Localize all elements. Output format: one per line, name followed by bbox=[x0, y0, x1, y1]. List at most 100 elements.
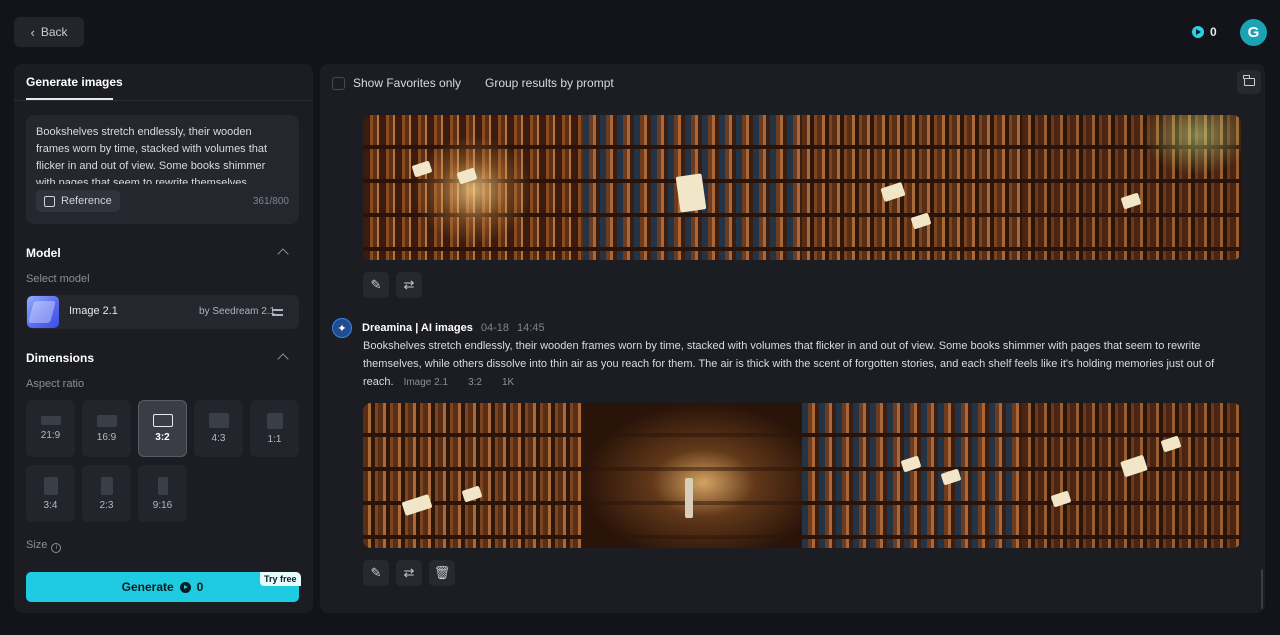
delete-button[interactable]: 🗑 bbox=[429, 560, 455, 586]
generation-header: ✦ Dreamina | AI images 04-18 14:45 bbox=[332, 318, 545, 338]
generation-prompt-text: Bookshelves stretch endlessly, their woo… bbox=[363, 340, 1215, 388]
aspect-ratio-21-9[interactable]: 21:9 bbox=[26, 400, 75, 457]
group-by-prompt-label: Group results by prompt bbox=[485, 76, 614, 90]
try-free-badge: Try free bbox=[260, 572, 301, 586]
back-button[interactable]: ‹ Back bbox=[14, 17, 84, 47]
credit-coin-icon bbox=[179, 581, 191, 593]
generated-image[interactable] bbox=[1021, 403, 1241, 548]
image-strip-previous bbox=[363, 115, 1241, 260]
generation-date: 04-18 bbox=[480, 322, 510, 334]
aspect-ratio-4-3[interactable]: 4:3 bbox=[194, 400, 243, 457]
generate-button[interactable]: Generate 0 bbox=[26, 572, 299, 602]
aspect-ratio-9-16[interactable]: 9:16 bbox=[138, 465, 187, 522]
aspect-shape-icon bbox=[40, 416, 61, 425]
generated-image[interactable] bbox=[363, 403, 583, 548]
generate-label: Generate bbox=[121, 580, 174, 594]
size-label-text: Size bbox=[26, 539, 48, 551]
reference-button[interactable]: Reference bbox=[36, 190, 120, 212]
prompt-text[interactable]: Bookshelves stretch endlessly, their woo… bbox=[36, 124, 286, 184]
chevron-up-icon[interactable] bbox=[277, 248, 289, 260]
folder-button[interactable] bbox=[1237, 70, 1261, 94]
model-thumbnail bbox=[27, 296, 59, 328]
edit-button[interactable]: ✎ bbox=[363, 272, 389, 298]
generated-image[interactable] bbox=[802, 403, 1022, 548]
aspect-shape-icon bbox=[100, 476, 113, 495]
show-favorites-toggle[interactable]: Show Favorites only bbox=[332, 76, 461, 90]
aspect-ratio-2-3[interactable]: 2:3 bbox=[82, 465, 131, 522]
aspect-shape-icon bbox=[208, 413, 229, 428]
aspect-ratio-label: 3:4 bbox=[43, 499, 58, 511]
aspect-shape-icon bbox=[266, 412, 283, 429]
select-model-label: Select model bbox=[26, 273, 90, 285]
results-panel: Show Favorites only Group results by pro… bbox=[320, 64, 1265, 613]
regenerate-button[interactable]: ⇄ bbox=[396, 272, 422, 298]
generated-image[interactable] bbox=[582, 403, 802, 548]
generated-image[interactable] bbox=[1021, 115, 1241, 260]
generate-panel: Generate images Bookshelves stretch endl… bbox=[14, 64, 313, 613]
settings-sliders-icon[interactable] bbox=[272, 307, 283, 317]
model-section-title: Model bbox=[26, 246, 61, 260]
dimensions-section-title: Dimensions bbox=[26, 351, 95, 365]
scrollbar[interactable] bbox=[1261, 569, 1263, 609]
regenerate-button[interactable]: ⇄ bbox=[396, 560, 422, 586]
info-icon[interactable]: i bbox=[51, 543, 62, 553]
image-add-icon bbox=[44, 195, 55, 207]
aspect-shape-icon bbox=[96, 414, 117, 427]
aspect-ratio-label: Aspect ratio bbox=[26, 378, 85, 390]
back-label: Back bbox=[40, 25, 68, 39]
reference-label: Reference bbox=[61, 195, 112, 207]
credits-count: 0 bbox=[1210, 25, 1217, 39]
edit-button[interactable]: ✎ bbox=[363, 560, 389, 586]
tag-resolution: 1K bbox=[501, 377, 515, 388]
tab-generate-images[interactable]: Generate images bbox=[26, 75, 123, 89]
chevron-left-icon: ‹ bbox=[30, 24, 35, 40]
aspect-shape-icon bbox=[157, 476, 168, 495]
refresh-icon: ⇄ bbox=[403, 277, 415, 292]
chevron-up-icon[interactable] bbox=[277, 353, 289, 365]
checkbox[interactable] bbox=[332, 76, 345, 90]
aspect-ratio-16-9[interactable]: 16:9 bbox=[82, 400, 131, 457]
dreamina-logo-icon: ✦ bbox=[332, 318, 352, 338]
group-by-prompt-toggle[interactable]: Group results by prompt bbox=[464, 76, 614, 90]
trash-icon: 🗑 bbox=[433, 565, 451, 580]
pencil-icon: ✎ bbox=[370, 565, 382, 580]
aspect-ratio-label: 16:9 bbox=[96, 431, 117, 443]
generation-prompt: Bookshelves stretch endlessly, their woo… bbox=[363, 337, 1243, 392]
generated-image[interactable] bbox=[363, 115, 583, 260]
generated-image[interactable] bbox=[582, 115, 802, 260]
aspect-ratio-label: 3:2 bbox=[155, 432, 170, 443]
aspect-ratio-3-2[interactable]: 3:2 bbox=[138, 400, 187, 457]
aspect-ratio-label: 9:16 bbox=[152, 499, 173, 511]
char-counter: 361/800 bbox=[252, 196, 289, 207]
generation-author: Dreamina | AI images bbox=[362, 322, 473, 334]
show-favorites-label: Show Favorites only bbox=[353, 76, 462, 90]
credit-coin-icon bbox=[1192, 26, 1204, 38]
aspect-ratio-label: 1:1 bbox=[267, 433, 282, 445]
aspect-ratio-label: 21:9 bbox=[40, 430, 61, 441]
tag-ratio: 3:2 bbox=[468, 377, 482, 388]
credits-display[interactable]: 0 bbox=[1192, 22, 1217, 42]
aspect-ratio-label: 2:3 bbox=[99, 499, 114, 511]
folder-icon bbox=[1243, 75, 1255, 86]
size-label: Size i bbox=[26, 539, 62, 553]
pencil-icon: ✎ bbox=[370, 277, 382, 292]
avatar[interactable]: G bbox=[1240, 19, 1267, 46]
refresh-icon: ⇄ bbox=[403, 565, 415, 580]
model-selector[interactable]: Image 2.1 by Seedream 2.1 bbox=[26, 295, 299, 329]
model-name: Image 2.1 bbox=[69, 305, 118, 317]
generated-image[interactable] bbox=[802, 115, 1022, 260]
generate-cost: 0 bbox=[196, 580, 204, 594]
prompt-input[interactable]: Bookshelves stretch endlessly, their woo… bbox=[26, 115, 299, 224]
aspect-ratio-3-4[interactable]: 3:4 bbox=[26, 465, 75, 522]
aspect-shape-icon bbox=[43, 476, 58, 495]
image-strip-current bbox=[363, 403, 1241, 548]
tag-model: Image 2.1 bbox=[403, 377, 449, 388]
aspect-ratio-label: 4:3 bbox=[211, 433, 226, 444]
generation-time: 14:45 bbox=[517, 322, 545, 334]
checkbox[interactable] bbox=[464, 77, 477, 90]
model-provider: by Seedream 2.1 bbox=[199, 306, 276, 317]
tab-divider bbox=[14, 100, 313, 101]
aspect-ratio-1-1[interactable]: 1:1 bbox=[250, 400, 299, 457]
top-bar: ‹ Back 0 G bbox=[0, 0, 1280, 64]
aspect-shape-icon bbox=[152, 414, 173, 427]
